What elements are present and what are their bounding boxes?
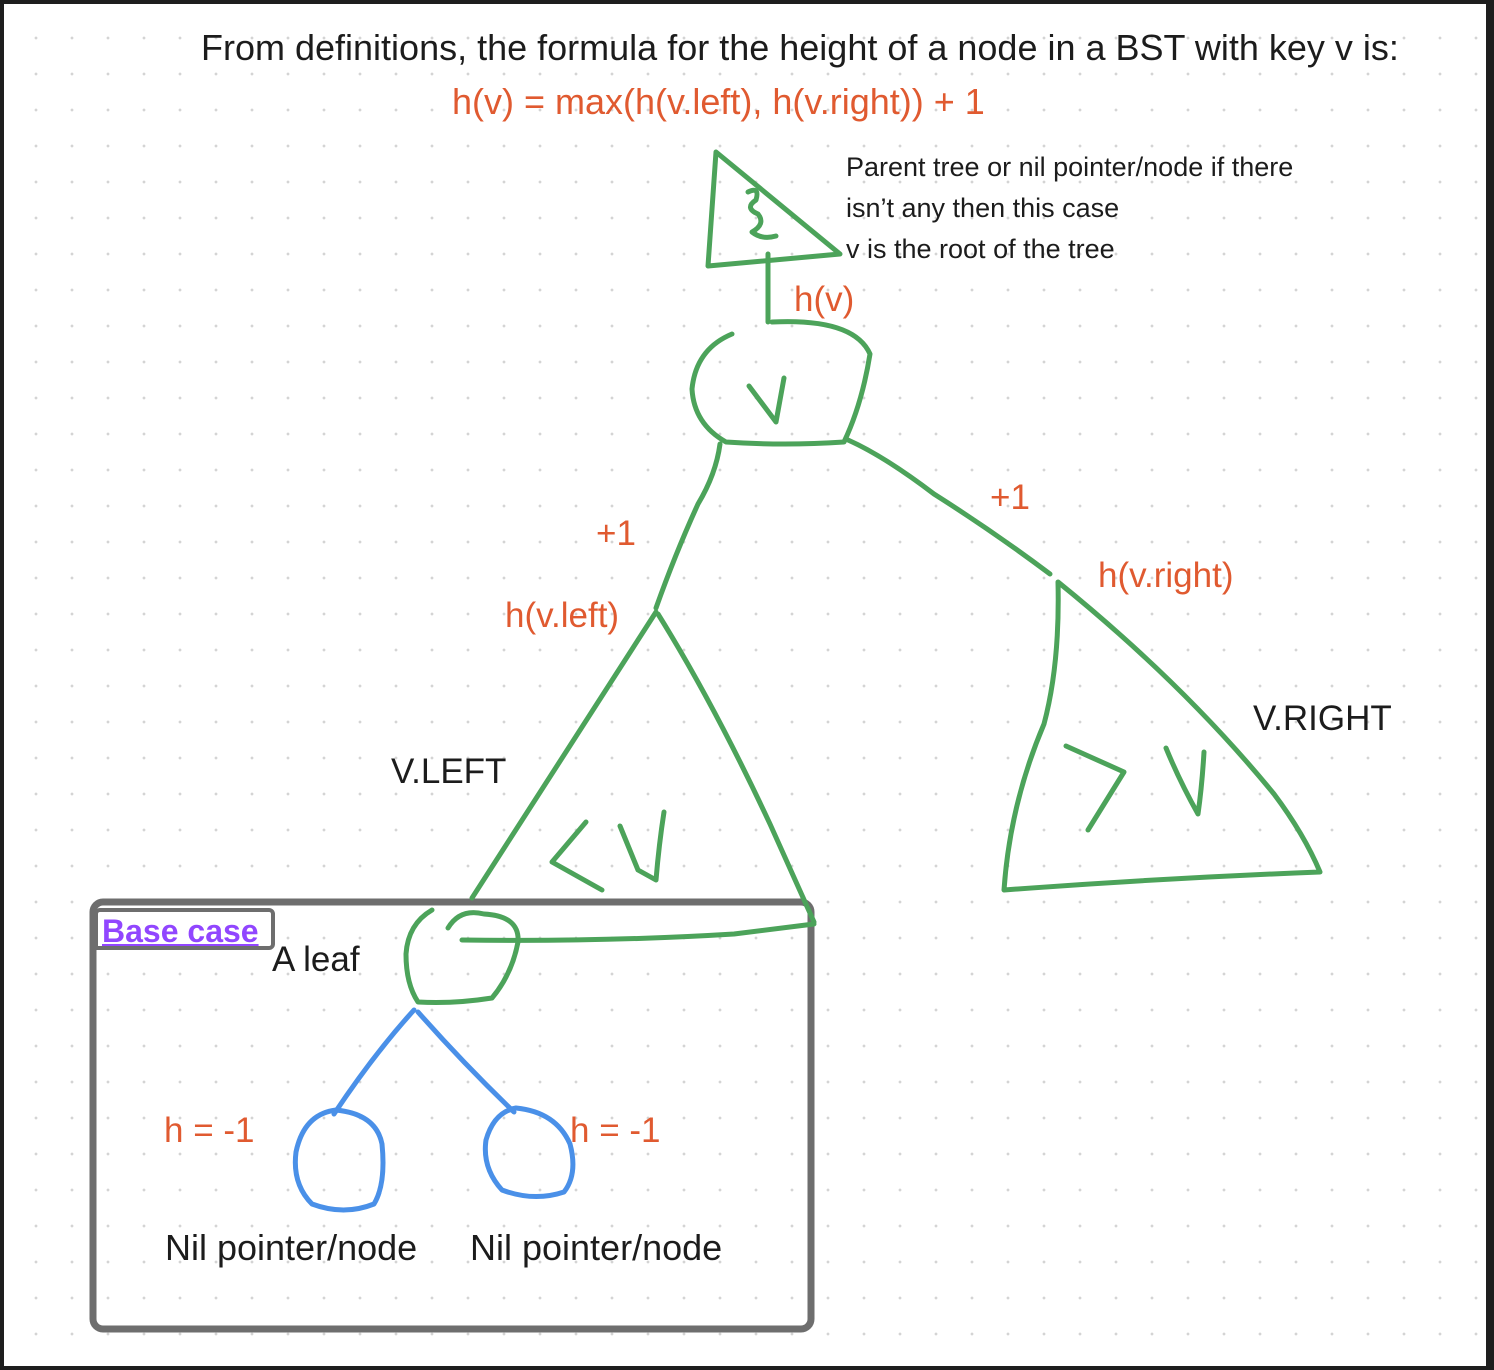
base-case-label: Base case	[102, 913, 259, 949]
parent-tree-shape[interactable]	[705, 149, 843, 269]
nil-node-right[interactable]	[482, 1105, 576, 1200]
parent-note-line-2: isn’t any then this case	[846, 193, 1120, 223]
height-formula: h(v) = max(h(v.left), h(v.right)) + 1	[452, 81, 985, 122]
label-h-v-left: h(v.left)	[505, 596, 620, 635]
label-v-left: V.LEFT	[391, 752, 507, 791]
label-nil-node-right: Nil pointer/node	[470, 1227, 723, 1268]
label-leaf: A leaf	[272, 940, 360, 979]
left-edge	[653, 441, 723, 611]
label-h-v: h(v)	[794, 280, 855, 319]
parent-note-line-3: v is the root of the tree	[846, 234, 1115, 264]
page-heading: From definitions, the formula for the he…	[201, 27, 1399, 68]
right-subtree-glyph-gt	[1063, 743, 1127, 833]
label-nil-height-right: h = -1	[570, 1111, 661, 1150]
left-subtree-glyph-lt	[549, 819, 605, 893]
label-nil-node-left: Nil pointer/node	[165, 1227, 418, 1268]
leaf-node[interactable]	[403, 907, 521, 1005]
label-h-v-right: h(v.right)	[1098, 556, 1234, 595]
whiteboard-canvas: From definitions, the formula for the he…	[4, 4, 1486, 1366]
nil-edge-left	[331, 1007, 417, 1117]
nil-edge-right	[415, 1009, 517, 1115]
nil-node-left[interactable]	[292, 1107, 386, 1213]
left-subtree-shape[interactable]	[459, 609, 817, 943]
parent-note-line-1: Parent tree or nil pointer/node if there	[846, 152, 1294, 182]
label-plus-one-left: +1	[596, 514, 636, 553]
root-node-glyph	[746, 375, 787, 425]
base-case-tag[interactable]: Base case	[94, 908, 275, 950]
label-nil-height-left: h = -1	[164, 1111, 255, 1150]
right-subtree-glyph-v	[1163, 745, 1207, 817]
drawing-layer	[89, 149, 1323, 1333]
label-v-right: V.RIGHT	[1253, 699, 1392, 738]
left-subtree-glyph-v	[617, 809, 667, 883]
label-plus-one-right: +1	[990, 478, 1030, 517]
